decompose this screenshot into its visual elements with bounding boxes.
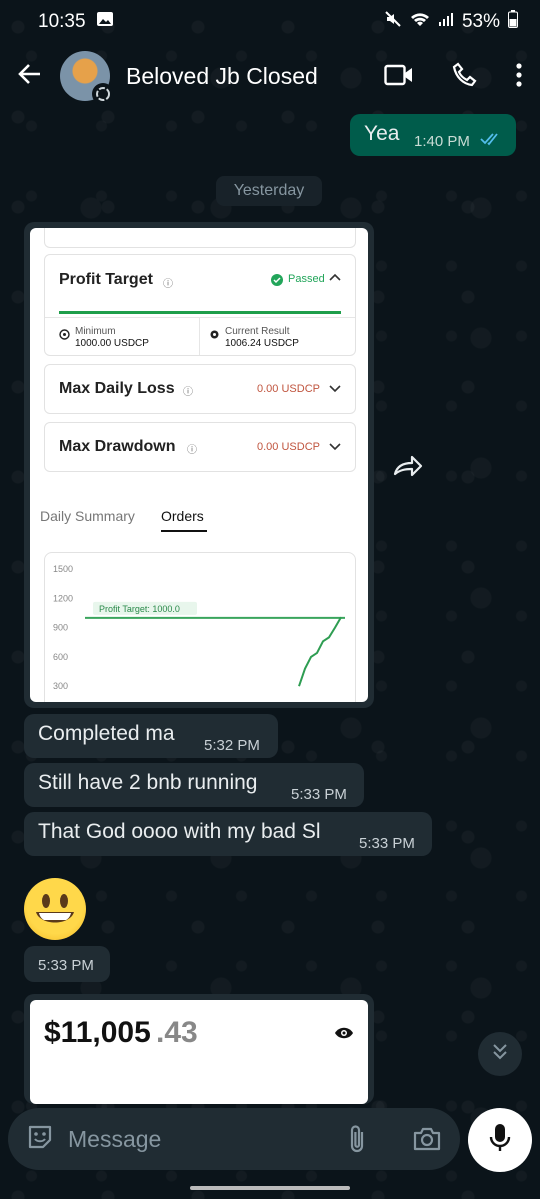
microphone-icon xyxy=(489,1123,511,1158)
profit-target-title: Profit Target xyxy=(59,271,153,288)
mute-icon xyxy=(384,10,402,34)
battery-icon xyxy=(508,10,518,34)
chevron-down-icon xyxy=(329,383,341,397)
chat-header: Beloved Jb Closed xyxy=(0,44,540,108)
passed-check-icon xyxy=(271,273,283,291)
forward-icon[interactable] xyxy=(392,452,426,487)
status-bar: 10:35 53% xyxy=(0,0,540,44)
y-tick-label: 600 xyxy=(53,652,68,662)
minimum-label: Minimum xyxy=(75,326,116,337)
grinning-face-emoji-icon xyxy=(24,878,86,940)
max-daily-loss-row: Max Daily Loss ⓘ 0.00 USDCP xyxy=(44,364,356,414)
camera-icon[interactable] xyxy=(412,1126,442,1157)
outgoing-message[interactable]: Yea 1:40 PM xyxy=(350,114,516,156)
profit-target-panel: Profit Target ⓘ Passed Minimum 1000.00 U… xyxy=(44,254,356,356)
message-input[interactable] xyxy=(68,1125,328,1153)
status-ring-icon xyxy=(92,83,114,105)
contact-avatar[interactable] xyxy=(60,51,114,105)
home-indicator xyxy=(190,1186,350,1190)
chevron-down-icon xyxy=(329,441,341,455)
message-time: 5:32 PM xyxy=(204,737,260,754)
message-time: 5:33 PM xyxy=(359,835,415,852)
signal-icon xyxy=(438,11,454,33)
max-drawdown-row: Max Drawdown ⓘ 0.00 USDCP xyxy=(44,422,356,472)
voice-call-icon[interactable] xyxy=(452,62,478,93)
y-tick-label: 1500 xyxy=(53,564,73,574)
more-options-icon[interactable] xyxy=(516,63,522,92)
back-arrow-icon[interactable] xyxy=(16,61,42,92)
message-time: 5:33 PM xyxy=(291,786,347,803)
status-time: 10:35 xyxy=(38,11,86,32)
read-receipt-icon xyxy=(480,132,502,151)
current-result-label: Current Result xyxy=(225,326,290,337)
target-icon xyxy=(59,327,70,345)
message-text: Still have 2 bnb running xyxy=(38,771,258,794)
image-message[interactable]: Profit Target ⓘ Passed Minimum 1000.00 U… xyxy=(24,222,374,708)
max-drawdown-value: 0.00 USDCP xyxy=(257,441,320,453)
double-chevron-down-icon xyxy=(490,1042,510,1067)
emoji-time-bubble: 5:33 PM xyxy=(24,946,110,982)
info-icon: ⓘ xyxy=(163,279,173,290)
max-daily-loss-value: 0.00 USDCP xyxy=(257,383,320,395)
message-text: Completed ma xyxy=(38,722,175,745)
message-time: 5:33 PM xyxy=(38,957,94,974)
max-daily-loss-title: Max Daily Loss xyxy=(59,380,175,397)
info-icon: ⓘ xyxy=(183,387,193,398)
incoming-message[interactable]: Completed ma 5:32 PM xyxy=(24,714,278,758)
eye-icon xyxy=(334,1026,354,1045)
target-label: Profit Target: 1000.0 xyxy=(99,604,180,614)
video-call-icon[interactable] xyxy=(384,63,414,92)
scroll-to-bottom-button[interactable] xyxy=(478,1032,522,1076)
info-icon: ⓘ xyxy=(187,445,197,456)
date-separator: Yesterday xyxy=(216,176,322,206)
progress-bar xyxy=(59,311,341,314)
incoming-message[interactable]: That God oooo with my bad Sl 5:33 PM xyxy=(24,812,432,856)
series-line xyxy=(298,616,342,687)
wifi-icon xyxy=(410,11,430,33)
y-tick-label: 300 xyxy=(53,681,68,691)
tab-underline xyxy=(161,530,207,532)
balance-amount: $11,005 xyxy=(44,1016,151,1049)
message-text: Yea xyxy=(364,122,400,145)
incoming-message[interactable]: Still have 2 bnb running 5:33 PM xyxy=(24,763,364,807)
gear-icon xyxy=(209,327,220,345)
passed-status: Passed xyxy=(288,273,325,285)
attach-icon[interactable] xyxy=(346,1124,370,1159)
message-composer xyxy=(8,1108,460,1170)
screenshot-image[interactable]: $11,005 .43 xyxy=(30,1000,368,1104)
y-tick-label: 1200 xyxy=(53,593,73,603)
cropped-row xyxy=(44,228,356,248)
tab-orders: Orders xyxy=(161,508,204,524)
gallery-notification-icon xyxy=(96,10,114,34)
y-tick-label: 900 xyxy=(53,623,68,633)
minimum-value: 1000.00 USDCP xyxy=(75,338,149,349)
message-time: 1:40 PM xyxy=(414,133,470,150)
message-text: That God oooo with my bad Sl xyxy=(38,820,321,843)
chevron-up-icon xyxy=(329,271,341,285)
screenshot-image[interactable]: Profit Target ⓘ Passed Minimum 1000.00 U… xyxy=(30,228,368,702)
max-drawdown-title: Max Drawdown xyxy=(59,438,176,455)
battery-level: 53% xyxy=(461,11,500,32)
emoji-sticker-icon[interactable] xyxy=(26,1123,54,1156)
voice-message-button[interactable] xyxy=(468,1108,532,1172)
tab-daily-summary: Daily Summary xyxy=(40,508,135,524)
image-message[interactable]: $11,005 .43 xyxy=(24,994,374,1104)
current-result-value: 1006.24 USDCP xyxy=(225,338,299,349)
balance-decimal: .43 xyxy=(156,1016,198,1049)
message-time: 5:32 PM xyxy=(300,680,356,697)
contact-name[interactable]: Beloved Jb Closed xyxy=(126,63,318,90)
